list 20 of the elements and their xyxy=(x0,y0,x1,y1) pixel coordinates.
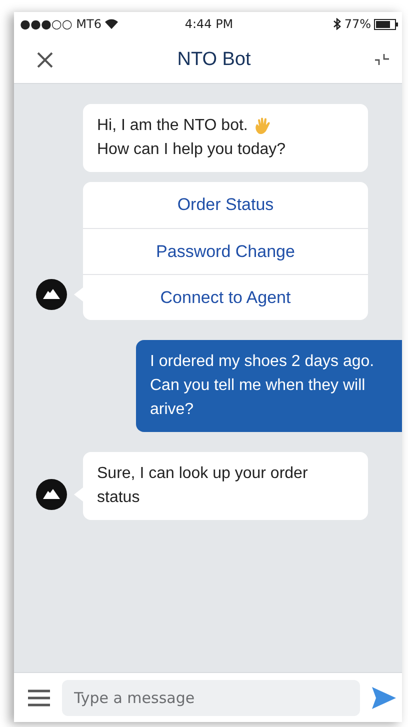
option-button[interactable]: Password Change xyxy=(83,228,368,274)
user-message: I ordered my shoes 2 days ago. Can you tell me when they will arive? xyxy=(136,340,402,432)
option-button[interactable]: Order Status xyxy=(83,182,368,228)
close-button[interactable] xyxy=(36,50,54,68)
message-text: How can I help you today? xyxy=(97,140,286,160)
carrier-text: ●●●○○ MT6 xyxy=(20,17,102,31)
wifi-icon xyxy=(104,19,118,29)
message-text: Sure, I can look up your order status xyxy=(97,465,308,506)
minimize-button[interactable] xyxy=(374,52,390,68)
option-button[interactable]: Connect to Agent xyxy=(83,274,368,320)
message-input[interactable]: Type a message xyxy=(62,680,360,716)
message-text: Hi, I am the NTO bot. xyxy=(97,116,248,136)
waving-hand-icon xyxy=(252,116,273,136)
menu-button[interactable] xyxy=(28,688,50,706)
bluetooth-icon xyxy=(333,18,342,30)
status-time: 4:44 PM xyxy=(184,17,234,31)
send-button[interactable] xyxy=(372,686,396,708)
battery-percent: 77% xyxy=(344,17,371,31)
battery-icon xyxy=(374,18,398,30)
chat-title: NTO Bot xyxy=(177,48,251,70)
